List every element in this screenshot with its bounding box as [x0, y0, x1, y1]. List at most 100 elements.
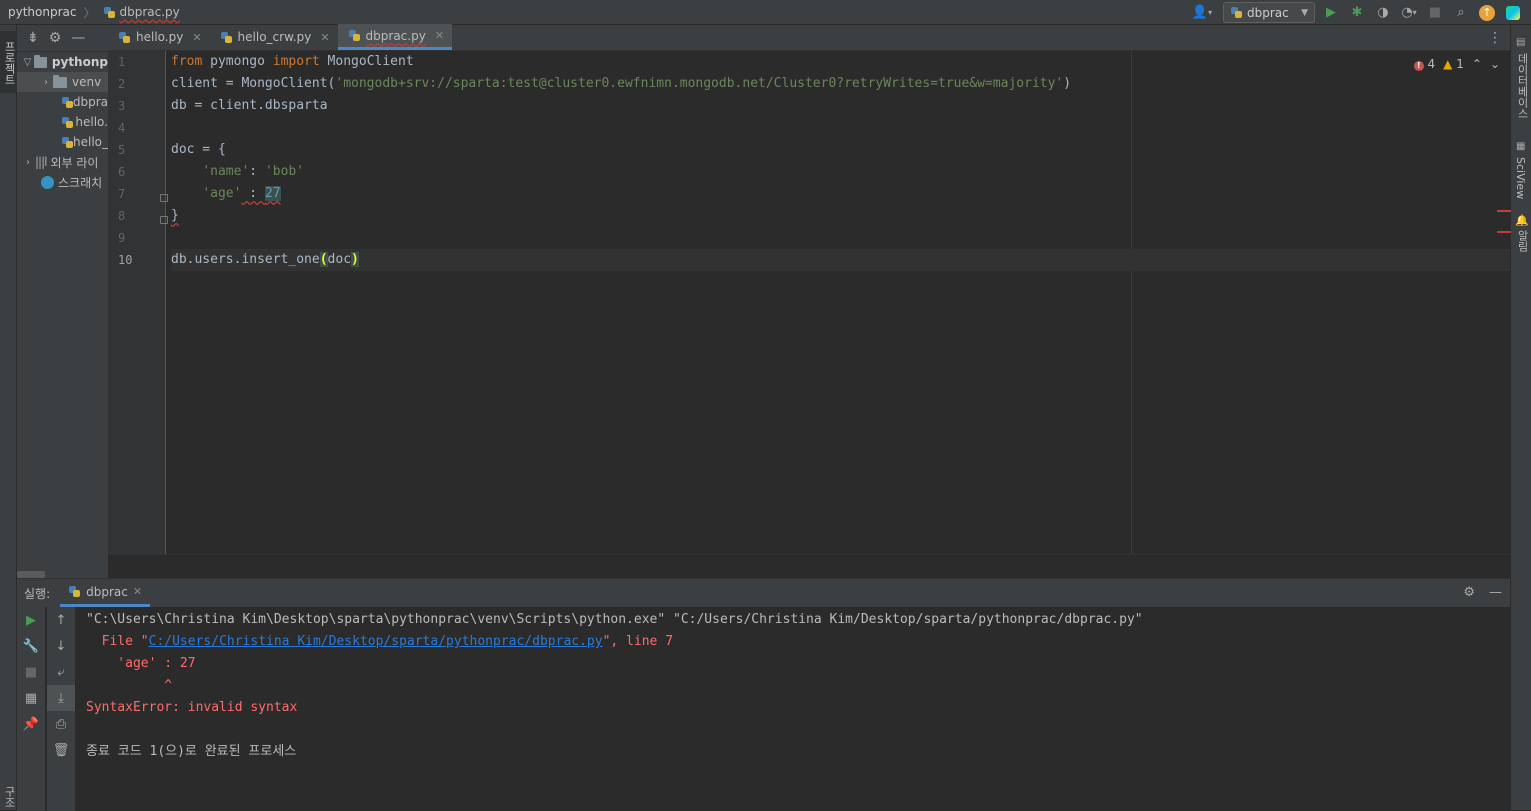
line-number: 10 — [118, 253, 133, 267]
warning-count[interactable]: ▲ 1 — [1443, 57, 1464, 71]
notifications-tool-label[interactable]: 알림 — [1514, 230, 1530, 252]
gear-icon[interactable]: ⚙ — [49, 30, 62, 46]
run-panel-header: 실행: dbprac ✕ ⚙ — — [17, 579, 1510, 607]
python-icon — [1230, 6, 1243, 19]
collapse-all-icon[interactable]: ⇟ — [27, 30, 39, 46]
tab-dbprac[interactable]: dbprac.py ✕ — [337, 24, 453, 50]
database-tool-label[interactable]: 데이터베이스 — [1514, 53, 1530, 119]
left-tool-strip: 프로젝트 구조 — [0, 25, 17, 810]
stop-icon[interactable]: ■ — [17, 659, 45, 685]
scroll-to-end-icon[interactable]: ⤓ — [47, 685, 75, 711]
console-output[interactable]: "C:\Users\Christina Kim\Desktop\sparta\p… — [86, 609, 1506, 809]
structure-tool-label[interactable]: 구조 — [1, 786, 17, 808]
error-count[interactable]: ! 4 — [1413, 57, 1435, 71]
tree-item[interactable]: hello. — [17, 112, 108, 132]
line-number: 8 — [118, 209, 126, 223]
folder-icon — [53, 74, 67, 88]
python-icon — [68, 585, 81, 598]
error-stripe-mark[interactable] — [1497, 231, 1511, 233]
arrow-down-icon[interactable]: ↓ — [47, 633, 75, 659]
code-line: from pymongo import MongoClient — [171, 54, 414, 69]
gear-icon[interactable]: ⚙ — [1463, 585, 1475, 600]
error-stripe-mark[interactable] — [1497, 210, 1511, 212]
code-line: } — [171, 208, 179, 223]
profile-icon[interactable]: ◔ ▾ — [1399, 3, 1419, 23]
python-file-icon — [61, 136, 73, 149]
breadcrumb-file[interactable]: dbprac.py — [120, 5, 180, 19]
close-icon[interactable]: ✕ — [435, 29, 444, 42]
user-icon[interactable]: 👤 ▾ — [1187, 3, 1217, 23]
tree-item[interactable]: hello_ — [17, 132, 108, 152]
search-icon[interactable]: ⌕ — [1451, 3, 1471, 23]
soft-wrap-icon[interactable]: ⤶ — [47, 659, 75, 685]
project-panel-header: ⇟ ⚙ — — [17, 25, 108, 52]
close-icon[interactable]: ✕ — [133, 585, 142, 598]
bell-icon: 🔔 — [1515, 214, 1529, 227]
breadcrumb-separator-icon: 〉 — [83, 5, 96, 20]
tab-hello-crw[interactable]: hello_crw.py ✕ — [210, 24, 338, 50]
sciview-icon: ▦ — [1516, 141, 1526, 152]
tree-item-label: hello_ — [73, 135, 108, 149]
editor-tabs: hello.py ✕ hello_crw.py ✕ dbprac.py ✕ ⋮ — [108, 24, 1510, 51]
tree-item[interactable]: › venv — [17, 72, 108, 92]
inspection-widget[interactable]: ! 4 ▲ 1 ⌃ ⌄ — [1413, 57, 1500, 71]
close-icon[interactable]: ✕ — [320, 31, 329, 44]
more-vertical-icon[interactable]: ⋮ — [1488, 30, 1502, 46]
stop-icon[interactable]: ■ — [1425, 3, 1445, 23]
tree-item[interactable]: 스크래치 — [17, 172, 108, 192]
code-area[interactable]: from pymongo import MongoClient client =… — [171, 51, 1510, 554]
minimize-icon[interactable]: — — [1489, 585, 1502, 600]
python-file-icon — [118, 31, 131, 44]
sciview-tool-label[interactable]: SciView — [1514, 157, 1527, 199]
print-icon[interactable]: ⎙ — [47, 711, 75, 737]
layout-icon[interactable]: ▦ — [17, 685, 45, 711]
horizontal-scrollbar[interactable] — [17, 571, 45, 578]
line-number: 7 — [118, 187, 126, 201]
tab-label: hello_crw.py — [237, 30, 312, 44]
rerun-icon[interactable]: ▶ — [17, 607, 45, 633]
tree-item-label: pythonp — [51, 55, 108, 69]
close-icon[interactable]: ✕ — [192, 31, 201, 44]
run-tab-dbprac[interactable]: dbprac ✕ — [60, 579, 151, 607]
chevron-down-icon: ▼ — [1301, 7, 1308, 18]
tree-item[interactable]: › |||l 외부 라이 — [17, 152, 108, 172]
tree-item[interactable]: ▽ pythonp — [17, 52, 108, 72]
run-panel: 실행: dbprac ✕ ⚙ — ▶ 🔧 ■ ▦ 📌 ↑ ↓ ⤶ ⤓ ⎙ 🗑 "… — [17, 578, 1510, 811]
chevron-up-icon[interactable]: ⌃ — [1472, 57, 1482, 71]
run-toolbar-secondary: ↑ ↓ ⤶ ⤓ ⎙ 🗑 — [47, 607, 75, 811]
run-configuration-select[interactable]: dbprac ▼ — [1223, 2, 1315, 23]
wrench-icon[interactable]: 🔧 — [17, 633, 45, 659]
run-configuration-label: dbprac — [1247, 5, 1289, 20]
fold-icon[interactable] — [160, 216, 168, 224]
code-line-current: db.users.insert_one(doc) — [171, 249, 1510, 271]
tree-item[interactable]: dbpra — [17, 92, 108, 112]
minimize-icon[interactable]: — — [71, 30, 85, 46]
chevron-right-icon[interactable]: › — [21, 157, 35, 168]
console-traceback-line: File "C:/Users/Christina Kim/Desktop/spa… — [86, 634, 674, 649]
console-file-link[interactable]: C:/Users/Christina Kim/Desktop/sparta/py… — [149, 634, 603, 649]
arrow-up-icon[interactable]: ↑ — [47, 607, 75, 633]
code-line: db = client.dbsparta — [171, 98, 328, 113]
debug-icon[interactable]: ✱ — [1347, 3, 1367, 23]
run-icon[interactable]: ▶ — [1321, 3, 1341, 23]
tab-label: hello.py — [136, 30, 184, 44]
tree-item-label: dbpra — [72, 95, 108, 109]
chevron-down-icon[interactable]: ▽ — [21, 57, 34, 68]
project-tool-tab[interactable]: 프로젝트 — [0, 31, 17, 93]
trash-icon[interactable]: 🗑 — [47, 737, 75, 763]
run-tab-label: dbprac — [86, 584, 128, 599]
console-command-line: "C:\Users\Christina Kim\Desktop\sparta\p… — [86, 612, 1143, 627]
coverage-icon[interactable]: ◑ — [1373, 3, 1393, 23]
console-source-line: 'age' : 27 — [86, 656, 196, 671]
code-line: doc = { — [171, 142, 226, 157]
breadcrumb-project[interactable]: pythonprac — [8, 5, 76, 19]
jetbrains-icon[interactable] — [1503, 3, 1523, 23]
update-icon[interactable]: ↑ — [1477, 3, 1497, 23]
chevron-right-icon[interactable]: › — [39, 77, 53, 88]
chevron-down-icon[interactable]: ⌄ — [1490, 57, 1500, 71]
tab-hello[interactable]: hello.py ✕ — [108, 24, 210, 50]
fold-icon[interactable] — [160, 194, 168, 202]
editor-horizontal-scroll[interactable] — [108, 554, 1510, 578]
pin-icon[interactable]: 📌 — [17, 711, 45, 737]
